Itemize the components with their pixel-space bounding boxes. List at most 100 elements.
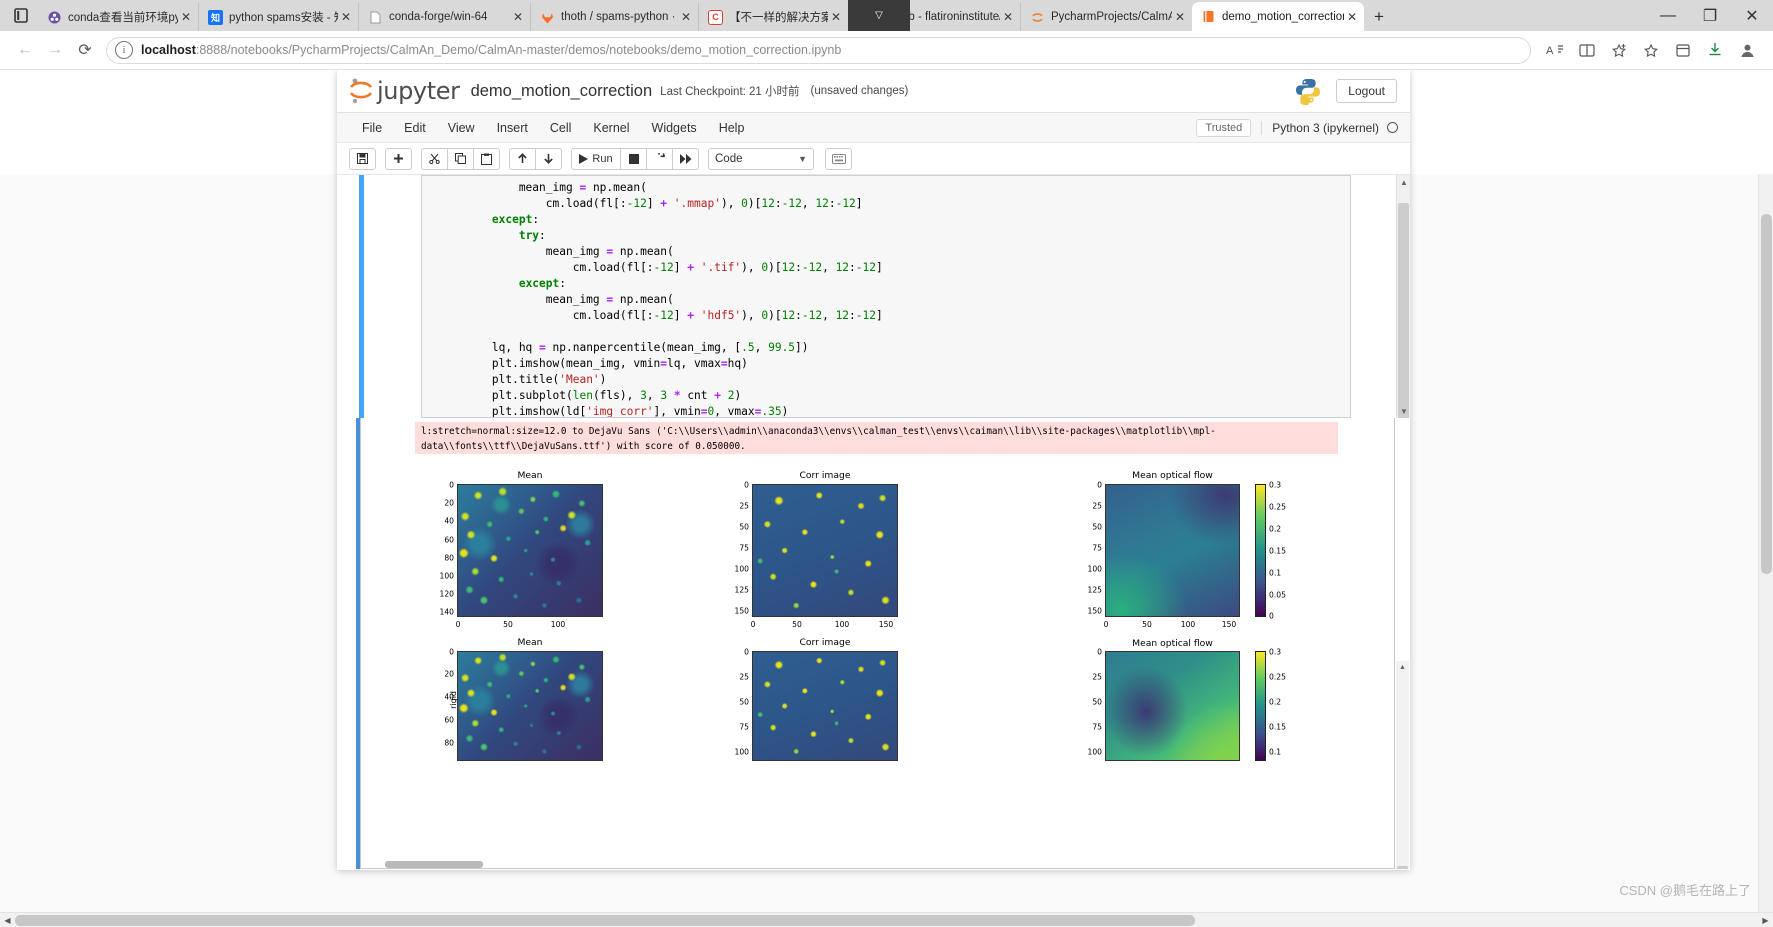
copy-button[interactable] bbox=[447, 147, 474, 170]
heatmap-image bbox=[1105, 484, 1240, 617]
page-horizontal-scrollbar[interactable]: ◀ ▶ bbox=[0, 912, 1773, 927]
site-info-icon[interactable]: i bbox=[115, 41, 133, 59]
y-tick-label: 20 bbox=[444, 669, 454, 679]
scrollbar-track[interactable] bbox=[15, 913, 1758, 927]
save-button[interactable] bbox=[349, 147, 376, 170]
collections-icon[interactable] bbox=[1667, 35, 1699, 65]
axes-title: Corr image bbox=[799, 637, 851, 648]
move-cell-up-button[interactable] bbox=[509, 147, 536, 170]
jupyter-logo[interactable]: jupyter bbox=[349, 77, 460, 105]
profile-avatar[interactable] bbox=[1731, 35, 1763, 65]
browser-tab[interactable]: PycharmProjects/CalmAn_D ✕ bbox=[1020, 3, 1192, 31]
favorites-icon[interactable] bbox=[1635, 35, 1667, 65]
menu-widgets[interactable]: Widgets bbox=[641, 121, 708, 135]
scrollbar-thumb[interactable] bbox=[1398, 203, 1409, 418]
browser-tab[interactable]: conda-forge/win-64 ✕ bbox=[358, 3, 530, 31]
notebook-title[interactable]: demo_motion_correction bbox=[471, 82, 653, 101]
scrollbar-thumb[interactable] bbox=[1761, 214, 1772, 574]
code-editor[interactable]: mean_img = np.mean( cm.load(fl[:-12] + '… bbox=[421, 175, 1351, 418]
close-icon[interactable]: ✕ bbox=[828, 9, 844, 25]
y-tick-label: 0 bbox=[449, 480, 454, 490]
code-cell[interactable]: mean_img = np.mean( cm.load(fl[:-12] + '… bbox=[337, 175, 1410, 418]
menu-file[interactable]: File bbox=[351, 121, 393, 135]
restart-run-all-button[interactable] bbox=[672, 147, 699, 170]
browser-tab[interactable]: thoth / spams-python · Git ✕ bbox=[530, 3, 698, 31]
interrupt-kernel-button[interactable] bbox=[620, 147, 647, 170]
trusted-badge[interactable]: Trusted bbox=[1196, 118, 1252, 137]
y-tick-label: 75 bbox=[739, 543, 749, 553]
code-scrollbar[interactable]: ▲ ▼ bbox=[1396, 175, 1410, 418]
toolbar-group-save bbox=[349, 147, 376, 170]
csdn-icon: C bbox=[708, 9, 723, 25]
minimize-button[interactable]: — bbox=[1647, 0, 1689, 31]
browser-tab[interactable]: conda查看当前环境python ✕ bbox=[38, 3, 198, 31]
axes-mean-pw-rigid: Mean pw_rigid 0 20 40 60 80 100 bbox=[440, 470, 603, 629]
scroll-left-icon[interactable]: ◀ bbox=[0, 916, 15, 925]
close-icon[interactable]: ✕ bbox=[1000, 9, 1016, 25]
close-icon[interactable]: ✕ bbox=[338, 9, 354, 25]
output-vertical-scrollbar[interactable]: ▲ ▼ bbox=[1396, 661, 1409, 869]
menu-insert[interactable]: Insert bbox=[486, 121, 539, 135]
x-tick-label: 0 bbox=[455, 620, 461, 629]
reload-icon[interactable]: ⟳ bbox=[70, 35, 100, 65]
output-frame[interactable]: l:stretch=normal:size=12.0 to DejaVu San… bbox=[360, 418, 1395, 869]
maximize-button[interactable]: ❐ bbox=[1689, 0, 1731, 31]
cell-type-select[interactable]: Code ▼ bbox=[708, 147, 814, 170]
menu-view[interactable]: View bbox=[437, 121, 486, 135]
scrollbar-thumb[interactable] bbox=[15, 914, 1195, 926]
paste-button[interactable] bbox=[473, 147, 500, 170]
colorbar-tick-label: 0.1 bbox=[1269, 568, 1282, 578]
menu-edit[interactable]: Edit bbox=[393, 121, 437, 135]
zhihu-icon: 知 bbox=[208, 9, 223, 25]
gitlab-icon bbox=[540, 10, 555, 25]
y-tick-label: 0 bbox=[1097, 647, 1102, 657]
read-aloud-icon[interactable]: A bbox=[1539, 35, 1571, 65]
cut-button[interactable] bbox=[421, 147, 448, 170]
url-input[interactable]: i localhost:8888/notebooks/PycharmProjec… bbox=[106, 36, 1531, 64]
tab-label: demo_motion_correction - bbox=[1222, 10, 1344, 23]
scrollbar-thumb[interactable] bbox=[1397, 866, 1408, 869]
close-icon[interactable]: ✕ bbox=[178, 9, 194, 25]
restart-kernel-button[interactable] bbox=[646, 147, 673, 170]
code-line: except: bbox=[518, 277, 566, 290]
scroll-down-icon[interactable]: ▼ bbox=[1397, 404, 1410, 418]
scroll-up-icon[interactable]: ▲ bbox=[1396, 661, 1409, 674]
menu-kernel[interactable]: Kernel bbox=[582, 121, 640, 135]
browser-tab[interactable]: 知 python spams安装 - 知乎 ✕ bbox=[198, 3, 358, 31]
colorbar-tick-label: 0.2 bbox=[1269, 697, 1282, 707]
split-screen-icon[interactable] bbox=[1571, 35, 1603, 65]
browser-tab-active[interactable]: demo_motion_correction - ✕ bbox=[1192, 2, 1364, 31]
logout-button[interactable]: Logout bbox=[1336, 79, 1397, 103]
menu-help[interactable]: Help bbox=[708, 121, 756, 135]
downloads-icon[interactable] bbox=[1699, 35, 1731, 65]
image-data bbox=[1106, 485, 1239, 616]
forward-icon[interactable]: → bbox=[40, 35, 70, 65]
command-palette-button[interactable] bbox=[825, 147, 852, 170]
close-icon[interactable]: ✕ bbox=[678, 9, 694, 25]
move-cell-down-button[interactable] bbox=[535, 147, 562, 170]
insert-cell-below-button[interactable] bbox=[385, 147, 412, 170]
tab-label: 【不一样的解决方案】can bbox=[729, 12, 828, 24]
add-favorite-icon[interactable] bbox=[1603, 35, 1635, 65]
x-tick-label: 100 bbox=[834, 620, 850, 629]
scroll-up-icon[interactable]: ▲ bbox=[1397, 175, 1410, 189]
output-horizontal-scrollbar[interactable] bbox=[385, 861, 483, 868]
chevron-down-icon: ▼ bbox=[798, 153, 807, 164]
back-icon[interactable]: ← bbox=[10, 35, 40, 65]
close-icon[interactable]: ✕ bbox=[1344, 9, 1360, 25]
close-icon[interactable]: ✕ bbox=[510, 9, 526, 25]
ime-overlay[interactable]: ▽ bbox=[848, 0, 910, 31]
page-vertical-scrollbar[interactable] bbox=[1758, 174, 1773, 926]
browser-tab[interactable]: C 【不一样的解决方案】can ✕ bbox=[698, 3, 848, 31]
close-button[interactable]: ✕ bbox=[1731, 0, 1773, 31]
scroll-right-icon[interactable]: ▶ bbox=[1758, 916, 1773, 925]
y-tick-label: 20 bbox=[444, 498, 454, 508]
new-tab-button[interactable]: + bbox=[1364, 3, 1394, 31]
run-button[interactable]: Run bbox=[571, 147, 621, 170]
tab-search-icon[interactable] bbox=[4, 0, 38, 31]
tab-label: conda查看当前环境python bbox=[68, 12, 178, 24]
menu-cell[interactable]: Cell bbox=[539, 121, 583, 135]
y-tick-label: 140 bbox=[439, 607, 455, 617]
notebook-toolbar: Run Code ▼ bbox=[337, 143, 1410, 175]
close-icon[interactable]: ✕ bbox=[1172, 9, 1188, 25]
